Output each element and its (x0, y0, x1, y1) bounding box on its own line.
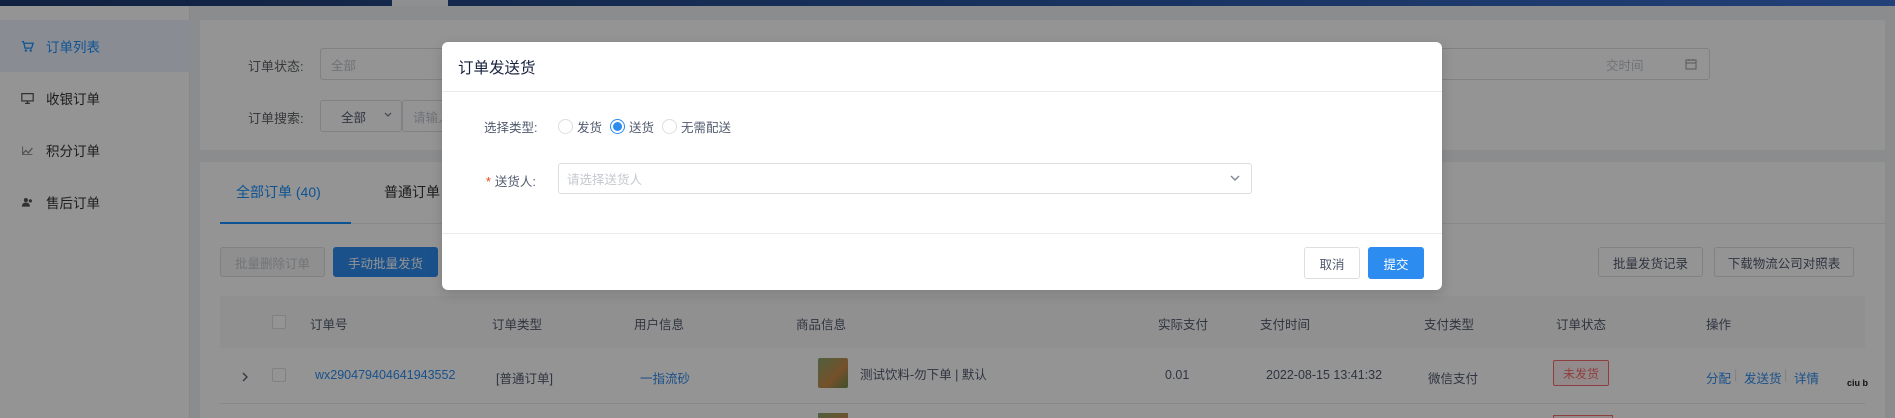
submit-button[interactable]: 提交 (1368, 247, 1424, 279)
courier-placeholder: 请选择送货人 (567, 173, 643, 187)
radio-no-delivery[interactable]: 无需配送 (662, 117, 731, 136)
radio-circle (610, 119, 625, 134)
corner-watermark: ciu b (1847, 378, 1869, 388)
ship-order-dialog: 订单发送货 选择类型: 发货 送货 无需配送 * 送货人: 请选择送货人 取消 提… (442, 42, 1442, 290)
chevron-down-icon (1229, 172, 1241, 184)
radio-circle (662, 119, 677, 134)
radio-label: 送货 (629, 121, 655, 135)
radio-label: 发货 (577, 121, 603, 135)
dialog-header: 订单发送货 (442, 42, 1442, 92)
radio-deliver[interactable]: 送货 (610, 117, 654, 136)
radio-circle (558, 119, 573, 134)
cancel-button[interactable]: 取消 (1304, 247, 1360, 279)
courier-label-text: 送货人: (494, 175, 536, 189)
dialog-title: 订单发送货 (458, 59, 536, 77)
required-mark: * (486, 175, 491, 189)
courier-select[interactable]: 请选择送货人 (558, 163, 1252, 194)
courier-label: * 送货人: (486, 171, 536, 190)
dialog-footer: 取消 提交 (442, 233, 1442, 290)
radio-ship[interactable]: 发货 (558, 117, 602, 136)
radio-label: 无需配送 (681, 121, 732, 135)
type-label: 选择类型: (484, 121, 538, 135)
